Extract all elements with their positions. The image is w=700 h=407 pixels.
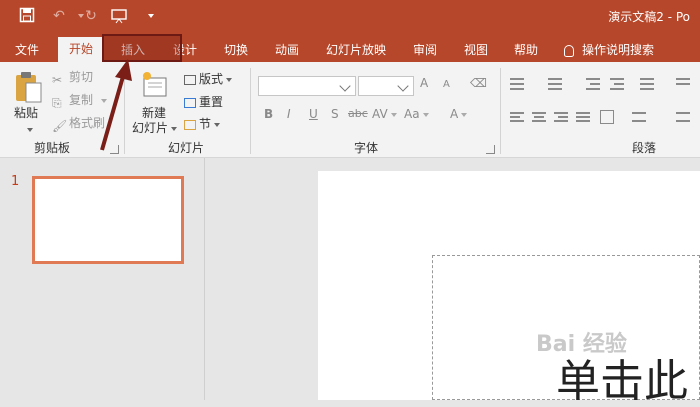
customize-qat-icon[interactable] bbox=[140, 7, 158, 25]
tell-me-label: 操作说明搜索 bbox=[582, 43, 655, 57]
font-name-combo[interactable] bbox=[258, 76, 356, 96]
format-painter-icon: 🖌 bbox=[52, 118, 68, 133]
group-separator bbox=[250, 68, 251, 154]
shrink-font-button[interactable]: A bbox=[443, 79, 450, 90]
char-spacing-button[interactable]: AV bbox=[372, 107, 397, 121]
tab-view[interactable]: 视图 bbox=[453, 39, 499, 61]
layout-icon bbox=[184, 74, 196, 85]
clear-formatting-icon[interactable]: ⌫ bbox=[470, 76, 487, 90]
title-bar: ↶ ↻ 演示文稿2 - Po bbox=[0, 0, 700, 34]
copy-icon: ⎘ bbox=[52, 95, 62, 110]
tell-me-search[interactable]: 操作说明搜索 bbox=[564, 39, 676, 61]
section-button[interactable]: 节 bbox=[184, 115, 221, 133]
present-from-start-icon[interactable] bbox=[110, 7, 128, 25]
paragraph-group-label: 段落 bbox=[632, 141, 657, 155]
baidu-watermark: Bai 经验 bbox=[536, 332, 627, 357]
change-case-label: Aa bbox=[404, 107, 420, 121]
bold-button[interactable]: B bbox=[264, 107, 273, 121]
section-icon bbox=[184, 119, 196, 130]
font-color-label: A bbox=[450, 107, 459, 121]
tab-help[interactable]: 帮助 bbox=[503, 39, 549, 61]
strikethrough-button[interactable]: abc bbox=[348, 107, 368, 120]
tab-transitions[interactable]: 切换 bbox=[213, 39, 259, 61]
placeholder-text[interactable]: 单击此 bbox=[556, 360, 688, 404]
reset-icon bbox=[184, 97, 196, 108]
char-spacing-label: AV bbox=[372, 107, 388, 121]
font-color-button[interactable]: A bbox=[450, 107, 468, 121]
slides-group-label: 幻灯片 bbox=[168, 141, 205, 155]
group-separator bbox=[500, 68, 501, 154]
save-icon[interactable] bbox=[18, 7, 36, 25]
font-size-combo[interactable] bbox=[358, 76, 414, 96]
paste-icon[interactable] bbox=[12, 70, 46, 104]
redo-icon[interactable]: ↻ bbox=[82, 7, 100, 25]
layout-label: 版式 bbox=[199, 72, 224, 86]
reset-button[interactable]: 重置 bbox=[184, 93, 223, 111]
clipboard-group-label: 剪贴板 bbox=[34, 141, 71, 155]
lightbulb-icon bbox=[564, 44, 574, 57]
font-group-label: 字体 bbox=[354, 141, 379, 155]
underline-button[interactable]: U bbox=[309, 107, 318, 121]
font-dialog-launcher-icon[interactable] bbox=[486, 145, 495, 154]
shadow-button[interactable]: S bbox=[331, 107, 339, 121]
document-title: 演示文稿2 - Po bbox=[608, 10, 690, 24]
section-label: 节 bbox=[199, 117, 212, 131]
reset-label: 重置 bbox=[199, 95, 224, 109]
scissors-icon: ✂ bbox=[52, 72, 63, 87]
annotation-arrow-icon bbox=[100, 59, 132, 151]
layout-button[interactable]: 版式 bbox=[184, 70, 233, 88]
tab-animations[interactable]: 动画 bbox=[264, 39, 310, 61]
undo-icon[interactable]: ↶ bbox=[50, 7, 68, 25]
tab-file[interactable]: 文件 bbox=[6, 39, 48, 61]
slide-thumbnail[interactable] bbox=[32, 176, 184, 264]
paste-dropdown-icon[interactable] bbox=[24, 120, 33, 138]
tab-review[interactable]: 审阅 bbox=[402, 39, 448, 61]
columns-icon[interactable] bbox=[600, 110, 614, 124]
slide-number: 1 bbox=[11, 174, 20, 189]
grow-font-button[interactable]: A bbox=[420, 76, 428, 90]
change-case-button[interactable]: Aa bbox=[404, 107, 429, 121]
new-slide-icon[interactable] bbox=[140, 70, 170, 100]
italic-button[interactable]: I bbox=[287, 107, 291, 121]
tab-slideshow[interactable]: 幻灯片放映 bbox=[318, 39, 394, 61]
cut-button[interactable]: ✂ 剪切 bbox=[52, 68, 93, 87]
